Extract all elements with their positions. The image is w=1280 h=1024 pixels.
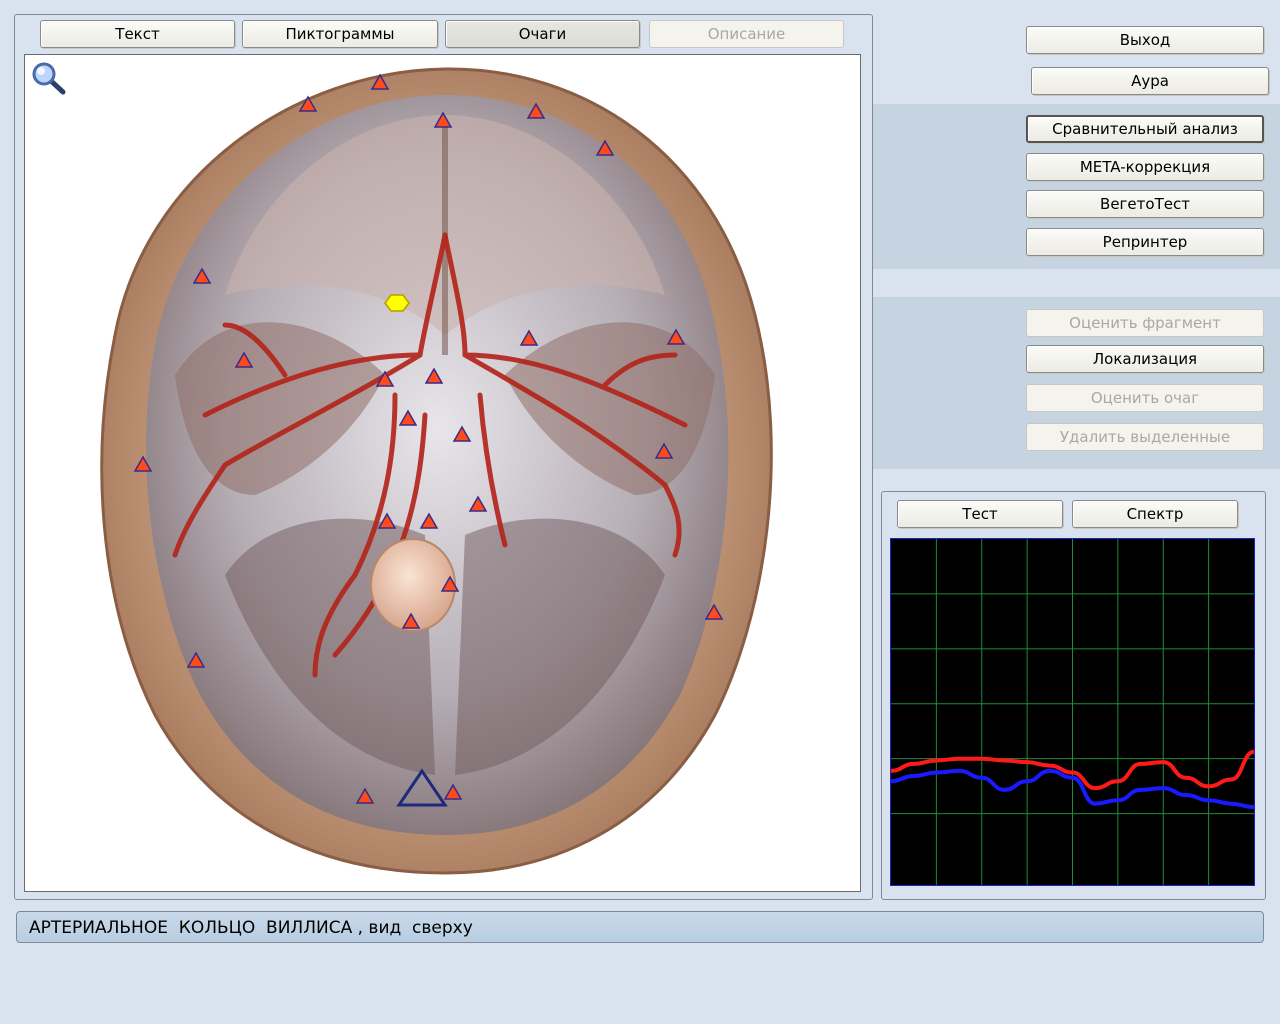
magnifier-icon[interactable] (30, 60, 66, 96)
tab-pictograms[interactable]: Пиктограммы (242, 20, 438, 48)
aura-button[interactable]: Аура (1031, 67, 1269, 95)
caption-text: АРТЕРИАЛЬНОЕ КОЛЬЦО ВИЛЛИСА , вид сверху (29, 918, 473, 938)
selected-focus-hexagon[interactable] (384, 294, 410, 312)
vegetotest-button[interactable]: ВегетоТест (1026, 190, 1264, 218)
delete-selected-button[interactable]: Удалить выделенные (1026, 423, 1264, 451)
meta-correction-button[interactable]: META-коррекция (1026, 153, 1264, 181)
anatomy-image-area[interactable] (24, 54, 861, 892)
evaluate-focus-button[interactable]: Оценить очаг (1026, 384, 1264, 412)
tab-foci[interactable]: Очаги (445, 20, 640, 48)
comparative-analysis-button[interactable]: Сравнительный анализ (1026, 115, 1264, 143)
spectrum-tab[interactable]: Спектр (1072, 500, 1238, 528)
skull-base-illustration[interactable] (25, 55, 860, 891)
tab-text[interactable]: Текст (40, 20, 235, 48)
tab-description[interactable]: Описание (649, 20, 844, 48)
spectrum-graph (890, 538, 1255, 886)
graph-canvas (890, 539, 1255, 885)
evaluate-fragment-button[interactable]: Оценить фрагмент (1026, 309, 1264, 337)
exit-button[interactable]: Выход (1026, 26, 1264, 54)
localization-button[interactable]: Локализация (1026, 345, 1264, 373)
test-tab[interactable]: Тест (897, 500, 1063, 528)
caption-bar: АРТЕРИАЛЬНОЕ КОЛЬЦО ВИЛЛИСА , вид сверху (16, 911, 1264, 943)
reprinter-button[interactable]: Репринтер (1026, 228, 1264, 256)
